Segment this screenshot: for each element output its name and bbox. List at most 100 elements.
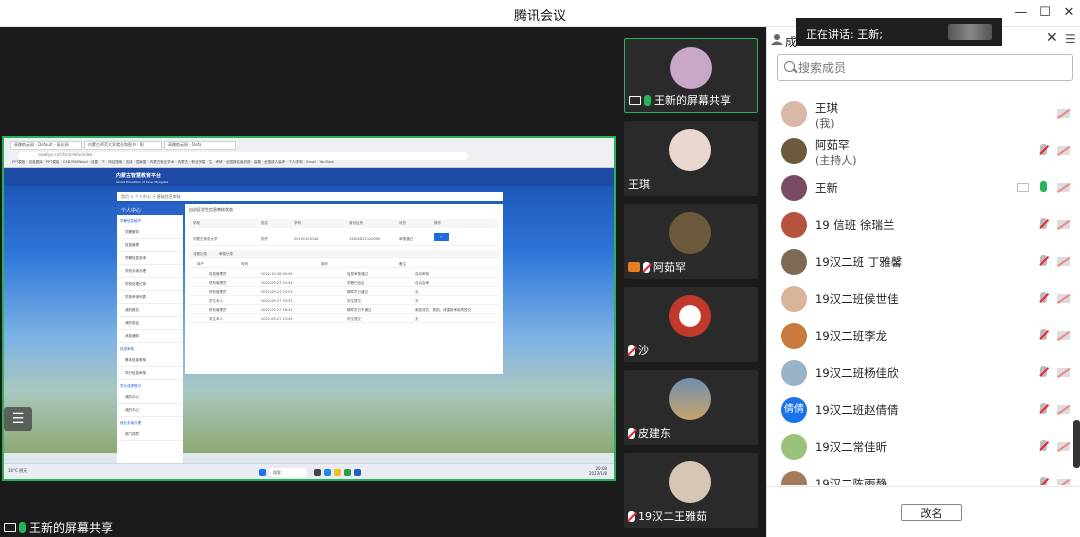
screen-share-icon	[629, 95, 641, 105]
mic-off-icon[interactable]	[1040, 218, 1047, 229]
member-row[interactable]: 19汉二常佳昕	[767, 428, 1080, 465]
members-panel: 成 ✕ ☰ 王琪(我)阿茹罕(主持人)王新19 信班 徐瑞兰19汉二班 丁雅馨1…	[766, 27, 1080, 537]
side-handle[interactable]	[1073, 420, 1080, 468]
mic-on-icon[interactable]	[1040, 181, 1047, 192]
mic-off-icon[interactable]	[1040, 477, 1047, 485]
avatar	[670, 47, 712, 89]
member-role: (主持人)	[815, 154, 857, 167]
avatar	[781, 360, 807, 386]
member-row[interactable]: 王新	[767, 169, 1080, 206]
list-toggle-icon[interactable]: ☰	[4, 407, 32, 431]
menu-icon[interactable]: ☰	[1065, 32, 1076, 46]
mic-off-icon[interactable]	[1040, 255, 1047, 266]
video-tile[interactable]: 王琪	[624, 121, 758, 196]
avatar	[781, 249, 807, 275]
camera-off-icon[interactable]	[1057, 220, 1070, 229]
left-menu-head: 个人中心	[117, 204, 183, 215]
member-name: 19汉二班赵倩倩	[815, 403, 899, 417]
mic-off-icon[interactable]	[1040, 440, 1047, 451]
avatar	[669, 129, 711, 171]
address-bar: newbys.cn/cfsn/cfefu/index	[18, 152, 468, 160]
avatar	[669, 378, 711, 420]
mic-off-icon[interactable]	[1040, 366, 1047, 377]
camera-off-icon[interactable]	[1057, 257, 1070, 266]
member-row[interactable]: 19汉二班侯世佳	[767, 280, 1080, 317]
mic-on-icon	[644, 94, 651, 106]
member-role: (我)	[815, 117, 835, 130]
mic-off-icon	[628, 510, 635, 522]
mic-off-icon[interactable]	[1040, 144, 1047, 155]
speaking-text: 正在讲话: 王新;	[806, 28, 883, 41]
browser-tab: 高棚航云网 - Defa	[164, 141, 236, 150]
screen-share-icon	[4, 523, 16, 532]
site-logo: 内蒙古智慧教育平台 Smart Education of Inner Mongol…	[116, 173, 169, 184]
status-panel: 自治区学生信息审核状态 学校 姓名 学号 身份证号 状态 操作 内蒙古师范大学 …	[185, 204, 503, 374]
site-header: 内蒙古智慧教育平台 Smart Education of Inner Mongol…	[4, 168, 614, 186]
camera-off-icon[interactable]	[1057, 479, 1070, 485]
camera-icon	[628, 262, 640, 272]
member-name: 19汉二班侯世佳	[815, 292, 899, 306]
avatar	[781, 286, 807, 312]
browser-tab: 高棚航云网 - Default - 高长网	[10, 141, 82, 150]
camera-off-icon[interactable]	[1057, 146, 1070, 155]
task-view-icon	[314, 469, 321, 476]
camera-off-icon[interactable]	[1057, 294, 1070, 303]
screen-share-icon	[1017, 181, 1029, 195]
stage-share-label: 王新的屏幕共享	[4, 519, 113, 536]
video-tile[interactable]: 19汉二王雅茹	[624, 453, 758, 528]
member-row[interactable]: 19汉二班 丁雅馨	[767, 243, 1080, 280]
avatar	[669, 212, 711, 254]
screen-share-view[interactable]: 高棚航云网 - Default - 高长网 内蒙古师范大学就业和图书 · 职 高…	[2, 136, 616, 481]
member-name: 19汉二班 丁雅馨	[815, 255, 903, 269]
mic-off-icon[interactable]	[1040, 292, 1047, 303]
camera-off-icon[interactable]	[1057, 109, 1070, 118]
windows-taskbar: 10°C 阴天 搜索 20:08 2023/1/8	[4, 463, 614, 479]
bookmarks-bar: PPT模板 · 百度图库 · PPT模板 · CAD/RIMWood · 设置 …	[12, 160, 334, 164]
mic-off-icon[interactable]	[1040, 329, 1047, 340]
avatar	[781, 323, 807, 349]
minimize-button[interactable]: —	[1012, 4, 1030, 22]
camera-off-icon[interactable]	[1057, 331, 1070, 340]
mic-on-icon	[19, 522, 26, 533]
mic-off-icon	[643, 261, 650, 273]
camera-off-icon[interactable]	[1057, 183, 1070, 192]
mic-off-icon[interactable]	[1040, 403, 1047, 414]
speaker-thumbnail	[948, 24, 992, 40]
panel-title: 自治区学生信息审核状态	[189, 207, 233, 212]
camera-off-icon[interactable]	[1057, 368, 1070, 377]
member-row[interactable]: 19汉二班杨佳欣	[767, 354, 1080, 391]
video-tile[interactable]: 阿茹罕	[624, 204, 758, 279]
person-icon	[771, 34, 783, 45]
speaking-banner: 正在讲话: 王新;	[796, 18, 1002, 46]
video-tile[interactable]: 皮建东	[624, 370, 758, 445]
search-input[interactable]	[798, 59, 1058, 77]
avatar	[781, 212, 807, 238]
member-row[interactable]: 倩倩 19汉二班赵倩倩	[767, 391, 1080, 428]
member-name: 19汉二常佳昕	[815, 440, 888, 454]
member-row[interactable]: 19汉二班李龙	[767, 317, 1080, 354]
breadcrumb: 首页 > 个人中心 > 基础信息审核	[117, 192, 503, 201]
member-name: 19汉二班杨佳欣	[815, 366, 899, 380]
search-icon	[784, 61, 795, 72]
member-search[interactable]	[777, 54, 1073, 81]
member-row[interactable]: 19汉二陈雨静	[767, 465, 1080, 485]
maximize-button[interactable]: ☐	[1036, 4, 1054, 22]
avatar	[669, 461, 711, 503]
member-row[interactable]: 王琪 (我)	[767, 95, 1080, 132]
avatar	[781, 175, 807, 201]
rename-button[interactable]: 改名	[901, 504, 962, 521]
close-window-button[interactable]: ✕	[1060, 4, 1078, 22]
camera-off-icon[interactable]	[1057, 442, 1070, 451]
close-icon[interactable]: ✕	[1046, 30, 1058, 46]
camera-off-icon[interactable]	[1057, 405, 1070, 414]
video-tile[interactable]: 沙	[624, 287, 758, 362]
video-tile[interactable]: 王新的屏幕共享	[624, 38, 758, 113]
member-name: 19 信班 徐瑞兰	[815, 218, 895, 232]
site-left-menu: 个人中心 学籍信息维护 学籍服务 信息管理 学籍信息查询 学校手续办理 学校处理…	[117, 204, 183, 464]
main-stage: 高棚航云网 - Default - 高长网 内蒙古师范大学就业和图书 · 职 高…	[0, 27, 618, 537]
member-row[interactable]: 阿茹罕 (主持人)	[767, 132, 1080, 169]
member-row[interactable]: 19 信班 徐瑞兰	[767, 206, 1080, 243]
folder-icon	[334, 469, 341, 476]
members-footer: 改名	[767, 486, 1080, 537]
avatar	[669, 295, 711, 337]
